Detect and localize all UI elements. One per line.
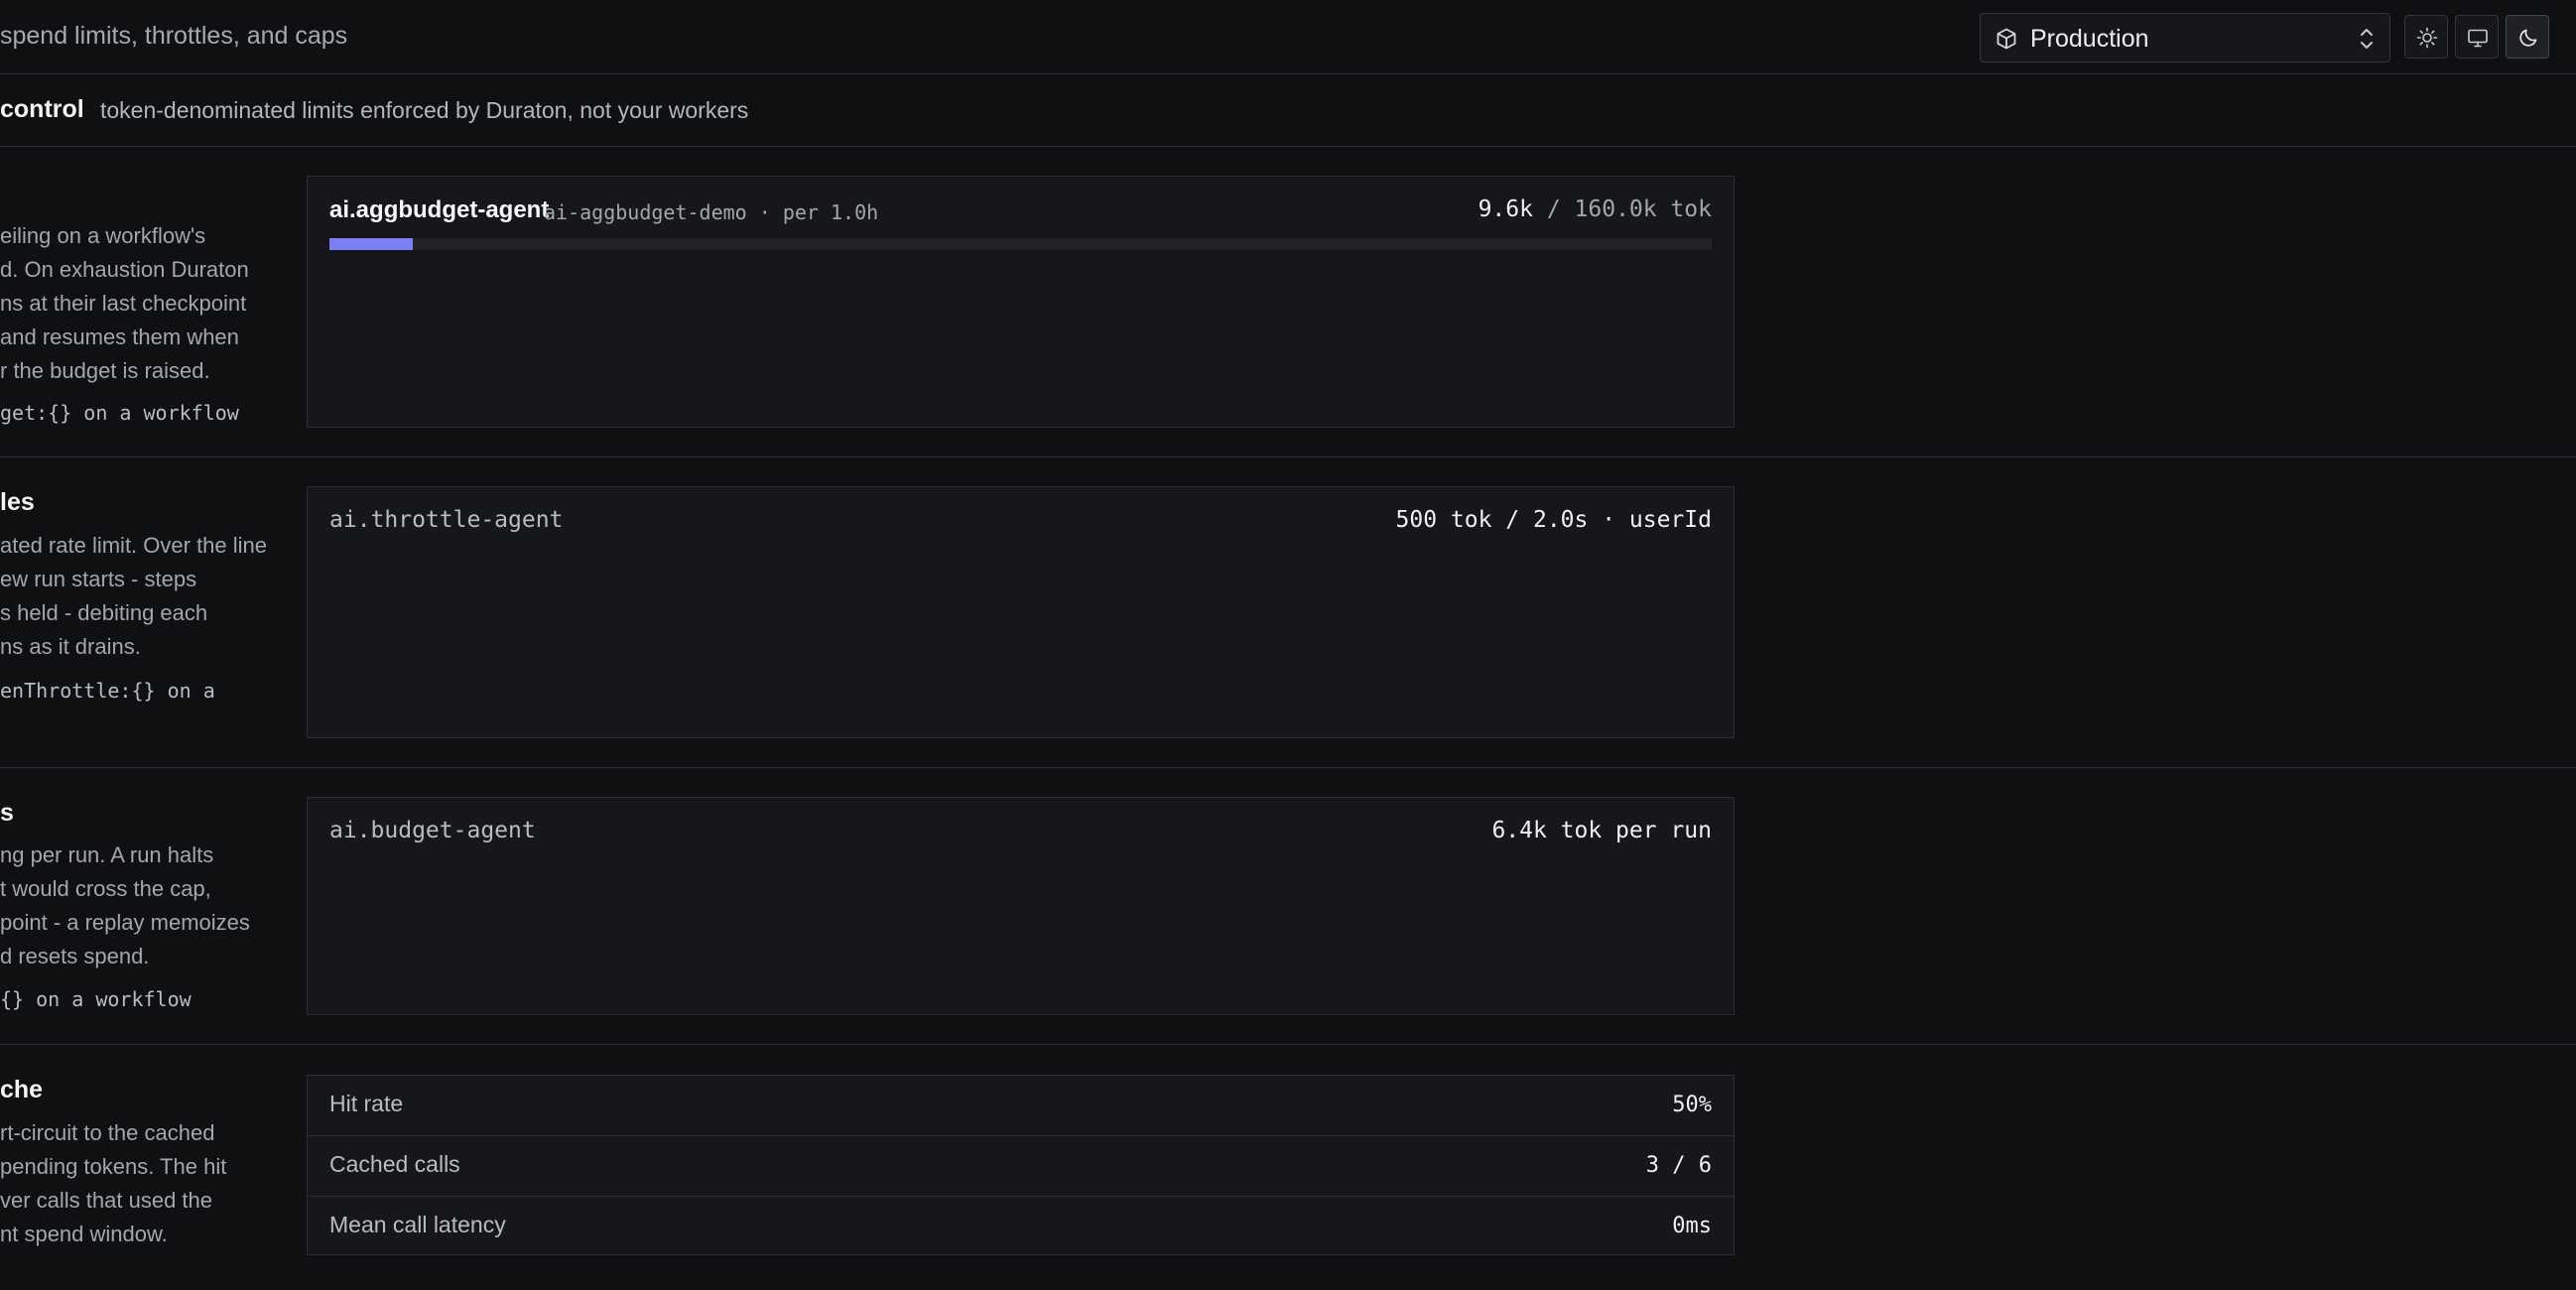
stat-value: 50% <box>1672 1093 1712 1117</box>
budget-limit: / 160.0k tok <box>1546 196 1712 222</box>
budget-used: 9.6k <box>1478 196 1533 222</box>
monitor-icon <box>2468 29 2488 48</box>
description-line: eiling on a workflow's <box>0 223 206 248</box>
cache-stats-table: Hit rate 50% Cached calls 3 / 6 Mean cal… <box>307 1075 1735 1255</box>
section-title: control <box>0 95 84 123</box>
cube-icon <box>1996 28 2016 50</box>
table-row: Cached calls 3 / 6 <box>308 1136 1734 1197</box>
caps-row: s ng per run. A run halts t would cross … <box>0 769 2576 1045</box>
budget-progress-bar <box>329 238 1712 250</box>
moon-icon <box>2519 29 2537 47</box>
config-snippet: enThrottle:{} on a <box>0 679 215 703</box>
throttles-description: les ated rate limit. Over the line ew ru… <box>0 458 283 767</box>
aggregate-budget-description: eiling on a workflow's d. On exhaustion … <box>0 148 283 456</box>
sun-icon <box>2416 27 2438 49</box>
system-theme-button[interactable] <box>2455 15 2499 59</box>
description-line: ng per run. A run halts <box>0 842 214 867</box>
light-theme-button[interactable] <box>2404 15 2448 59</box>
section-header: control token-denominated limits enforce… <box>0 75 2576 147</box>
stat-label: Mean call latency <box>329 1212 506 1237</box>
throttle-rate: 500 tok / 2.0s · userId <box>1395 507 1713 533</box>
description-line: d. On exhaustion Duraton <box>0 257 249 282</box>
stat-value: 3 / 6 <box>1645 1153 1712 1178</box>
description-line: ver calls that used the <box>0 1188 213 1213</box>
run-cap-card: ai.budget-agent 6.4k tok per run <box>307 797 1735 1015</box>
description-line: r the budget is raised. <box>0 358 210 383</box>
table-row: Hit rate 50% <box>308 1076 1734 1136</box>
caps-description: s ng per run. A run halts t would cross … <box>0 769 283 1044</box>
throttle-card: ai.throttle-agent 500 tok / 2.0s · userI… <box>307 486 1735 738</box>
description-line: t would cross the cap, <box>0 876 211 901</box>
stat-label: Hit rate <box>329 1091 404 1116</box>
table-row: Mean call latency 0ms <box>308 1197 1734 1257</box>
description-line: pending tokens. The hit <box>0 1154 227 1179</box>
throttles-row: les ated rate limit. Over the line ew ru… <box>0 458 2576 768</box>
workflow-name: ai.throttle-agent <box>329 507 564 533</box>
description-line: ated rate limit. Over the line <box>0 533 268 558</box>
stat-value: 0ms <box>1672 1214 1712 1238</box>
aggregate-budget-row: eiling on a workflow's d. On exhaustion … <box>0 148 2576 457</box>
description-line: ns as it drains. <box>0 634 141 659</box>
description-line: point - a replay memoizes <box>0 910 250 935</box>
dark-theme-button[interactable] <box>2506 15 2549 59</box>
description-line: ns at their last checkpoint <box>0 291 247 316</box>
top-bar: spend limits, throttles, and caps Produc… <box>0 0 2576 74</box>
config-snippet: get:{} on a workflow <box>0 401 239 425</box>
run-cap-value: 6.4k tok per run <box>1491 818 1712 843</box>
description-line: rt-circuit to the cached <box>0 1120 215 1145</box>
workflow-name: ai.budget-agent <box>329 818 536 843</box>
chevron-up-down-icon <box>2361 29 2373 49</box>
section-description: token-denominated limits enforced by Dur… <box>100 97 749 123</box>
budget-usage: 9.6k / 160.0k tok <box>1479 196 1712 222</box>
description-line: nt spend window. <box>0 1222 168 1246</box>
aggregate-budget-card: ai.aggbudget-agent ai-aggbudget-demo · p… <box>307 176 1735 428</box>
description-line: d resets spend. <box>0 944 150 968</box>
environment-select-value: Production <box>2030 25 2149 53</box>
budget-progress-fill <box>329 238 413 250</box>
config-snippet: {} on a workflow <box>0 987 192 1011</box>
description-line: and resumes them when <box>0 324 239 349</box>
workflow-name: ai.aggbudget-agent <box>329 196 550 223</box>
page-subtitle: spend limits, throttles, and caps <box>0 22 348 50</box>
description-line: s held - debiting each <box>0 600 208 625</box>
description-line: ew run starts - steps <box>0 567 197 591</box>
caps-title: s <box>0 799 14 827</box>
cache-description: che rt-circuit to the cached pending tok… <box>0 1046 283 1290</box>
environment-select[interactable]: Production <box>1980 13 2390 63</box>
throttles-title: les <box>0 488 35 516</box>
budget-scope: ai-aggbudget-demo · per 1.0h <box>544 200 879 224</box>
stat-label: Cached calls <box>329 1151 460 1177</box>
cache-title: che <box>0 1076 44 1103</box>
